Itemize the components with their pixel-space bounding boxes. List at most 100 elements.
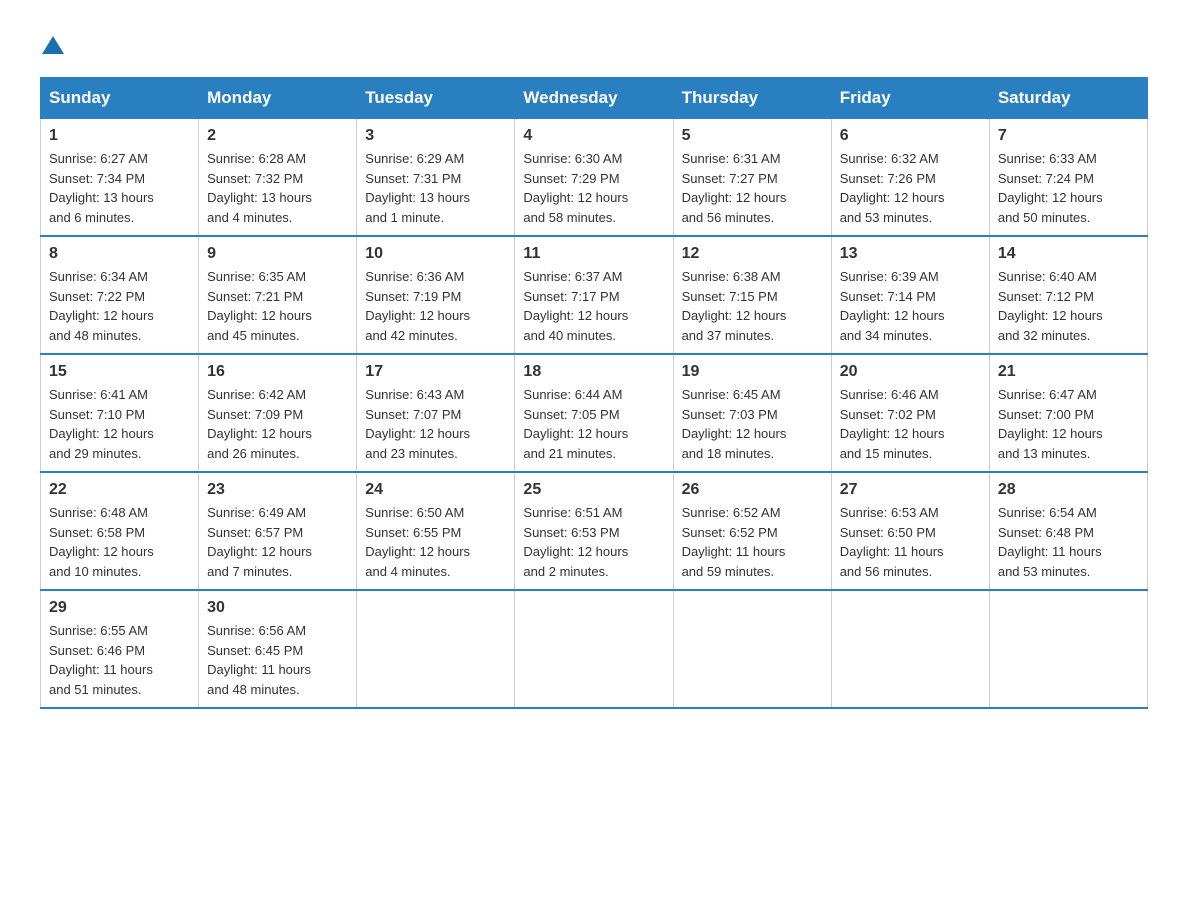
day-info: Sunrise: 6:27 AMSunset: 7:34 PMDaylight:… — [49, 149, 190, 227]
day-info: Sunrise: 6:51 AMSunset: 6:53 PMDaylight:… — [523, 503, 664, 581]
day-info: Sunrise: 6:30 AMSunset: 7:29 PMDaylight:… — [523, 149, 664, 227]
day-number: 16 — [207, 363, 348, 381]
calendar-cell: 11Sunrise: 6:37 AMSunset: 7:17 PMDayligh… — [515, 236, 673, 354]
calendar-cell: 12 Sunrise: 6:38 AMSunset: 7:15 PMDayligh… — [673, 236, 831, 354]
calendar-cell: 21 Sunrise: 6:47 AMSunset: 7:00 PMDayligh… — [989, 354, 1147, 472]
day-number: 27 — [840, 481, 981, 499]
day-info: Sunrise: 6:41 AMSunset: 7:10 PMDaylight:… — [49, 385, 190, 463]
calendar-cell: 17 Sunrise: 6:43 AMSunset: 7:07 PMDayligh… — [357, 354, 515, 472]
day-info: Sunrise: 6:43 AMSunset: 7:07 PMDaylight:… — [365, 385, 506, 463]
day-info: Sunrise: 6:46 AMSunset: 7:02 PMDaylight:… — [840, 385, 981, 463]
day-info: Sunrise: 6:56 AMSunset: 6:45 PMDaylight:… — [207, 621, 348, 699]
day-number: 29 — [49, 599, 190, 617]
day-info: Sunrise: 6:47 AMSunset: 7:00 PMDaylight:… — [998, 385, 1139, 463]
calendar-cell: 1 Sunrise: 6:27 AMSunset: 7:34 PMDaylight… — [41, 119, 199, 237]
calendar-cell: 14 Sunrise: 6:40 AMSunset: 7:12 PMDayligh… — [989, 236, 1147, 354]
day-info: Sunrise: 6:38 AMSunset: 7:15 PMDaylight:… — [682, 267, 823, 345]
calendar-cell: 6Sunrise: 6:32 AMSunset: 7:26 PMDaylight… — [831, 119, 989, 237]
logo — [40, 30, 64, 57]
calendar-cell: 13Sunrise: 6:39 AMSunset: 7:14 PMDayligh… — [831, 236, 989, 354]
day-info: Sunrise: 6:54 AMSunset: 6:48 PMDaylight:… — [998, 503, 1139, 581]
day-number: 9 — [207, 245, 348, 263]
header-friday: Friday — [831, 78, 989, 119]
calendar-cell: 23Sunrise: 6:49 AMSunset: 6:57 PMDayligh… — [199, 472, 357, 590]
page-header — [40, 30, 1148, 57]
calendar-cell — [357, 590, 515, 708]
calendar-cell — [831, 590, 989, 708]
day-number: 2 — [207, 127, 348, 145]
day-info: Sunrise: 6:31 AMSunset: 7:27 PMDaylight:… — [682, 149, 823, 227]
day-number: 28 — [998, 481, 1139, 499]
day-number: 13 — [840, 245, 981, 263]
day-number: 17 — [365, 363, 506, 381]
calendar-cell: 30Sunrise: 6:56 AMSunset: 6:45 PMDayligh… — [199, 590, 357, 708]
day-info: Sunrise: 6:29 AMSunset: 7:31 PMDaylight:… — [365, 149, 506, 227]
calendar-cell: 22 Sunrise: 6:48 AMSunset: 6:58 PMDayligh… — [41, 472, 199, 590]
day-info: Sunrise: 6:40 AMSunset: 7:12 PMDaylight:… — [998, 267, 1139, 345]
day-info: Sunrise: 6:44 AMSunset: 7:05 PMDaylight:… — [523, 385, 664, 463]
day-number: 10 — [365, 245, 506, 263]
day-number: 6 — [840, 127, 981, 145]
day-info: Sunrise: 6:34 AMSunset: 7:22 PMDaylight:… — [49, 267, 190, 345]
day-number: 19 — [682, 363, 823, 381]
day-number: 23 — [207, 481, 348, 499]
calendar-cell: 27 Sunrise: 6:53 AMSunset: 6:50 PMDayligh… — [831, 472, 989, 590]
day-number: 20 — [840, 363, 981, 381]
calendar-cell: 25Sunrise: 6:51 AMSunset: 6:53 PMDayligh… — [515, 472, 673, 590]
calendar-cell — [673, 590, 831, 708]
calendar-cell: 16 Sunrise: 6:42 AMSunset: 7:09 PMDayligh… — [199, 354, 357, 472]
calendar-cell: 19Sunrise: 6:45 AMSunset: 7:03 PMDayligh… — [673, 354, 831, 472]
calendar-cell: 3 Sunrise: 6:29 AMSunset: 7:31 PMDaylight… — [357, 119, 515, 237]
week-row-3: 15 Sunrise: 6:41 AMSunset: 7:10 PMDayligh… — [41, 354, 1148, 472]
header-monday: Monday — [199, 78, 357, 119]
week-row-2: 8 Sunrise: 6:34 AMSunset: 7:22 PMDaylight… — [41, 236, 1148, 354]
calendar-cell: 15 Sunrise: 6:41 AMSunset: 7:10 PMDayligh… — [41, 354, 199, 472]
day-info: Sunrise: 6:50 AMSunset: 6:55 PMDaylight:… — [365, 503, 506, 581]
day-number: 21 — [998, 363, 1139, 381]
day-number: 7 — [998, 127, 1139, 145]
header-wednesday: Wednesday — [515, 78, 673, 119]
day-info: Sunrise: 6:37 AMSunset: 7:17 PMDaylight:… — [523, 267, 664, 345]
day-number: 22 — [49, 481, 190, 499]
calendar-table: SundayMondayTuesdayWednesdayThursdayFrid… — [40, 77, 1148, 709]
week-row-1: 1 Sunrise: 6:27 AMSunset: 7:34 PMDaylight… — [41, 119, 1148, 237]
calendar-cell — [515, 590, 673, 708]
day-info: Sunrise: 6:33 AMSunset: 7:24 PMDaylight:… — [998, 149, 1139, 227]
day-number: 5 — [682, 127, 823, 145]
day-info: Sunrise: 6:48 AMSunset: 6:58 PMDaylight:… — [49, 503, 190, 581]
header-tuesday: Tuesday — [357, 78, 515, 119]
calendar-body: 1 Sunrise: 6:27 AMSunset: 7:34 PMDaylight… — [41, 119, 1148, 709]
day-info: Sunrise: 6:55 AMSunset: 6:46 PMDaylight:… — [49, 621, 190, 699]
calendar-cell — [989, 590, 1147, 708]
calendar-cell: 2Sunrise: 6:28 AMSunset: 7:32 PMDaylight… — [199, 119, 357, 237]
day-number: 3 — [365, 127, 506, 145]
day-info: Sunrise: 6:36 AMSunset: 7:19 PMDaylight:… — [365, 267, 506, 345]
day-number: 15 — [49, 363, 190, 381]
header-sunday: Sunday — [41, 78, 199, 119]
day-number: 8 — [49, 245, 190, 263]
day-number: 14 — [998, 245, 1139, 263]
calendar-header: SundayMondayTuesdayWednesdayThursdayFrid… — [41, 78, 1148, 119]
calendar-cell: 4Sunrise: 6:30 AMSunset: 7:29 PMDaylight… — [515, 119, 673, 237]
week-row-5: 29 Sunrise: 6:55 AMSunset: 6:46 PMDayligh… — [41, 590, 1148, 708]
calendar-cell: 26 Sunrise: 6:52 AMSunset: 6:52 PMDayligh… — [673, 472, 831, 590]
day-info: Sunrise: 6:52 AMSunset: 6:52 PMDaylight:… — [682, 503, 823, 581]
day-info: Sunrise: 6:53 AMSunset: 6:50 PMDaylight:… — [840, 503, 981, 581]
day-number: 12 — [682, 245, 823, 263]
logo-triangle-icon — [42, 34, 64, 56]
calendar-cell: 9Sunrise: 6:35 AMSunset: 7:21 PMDaylight… — [199, 236, 357, 354]
day-number: 1 — [49, 127, 190, 145]
header-row: SundayMondayTuesdayWednesdayThursdayFrid… — [41, 78, 1148, 119]
calendar-cell: 5 Sunrise: 6:31 AMSunset: 7:27 PMDaylight… — [673, 119, 831, 237]
calendar-cell: 29 Sunrise: 6:55 AMSunset: 6:46 PMDayligh… — [41, 590, 199, 708]
calendar-cell: 28 Sunrise: 6:54 AMSunset: 6:48 PMDayligh… — [989, 472, 1147, 590]
week-row-4: 22 Sunrise: 6:48 AMSunset: 6:58 PMDayligh… — [41, 472, 1148, 590]
header-thursday: Thursday — [673, 78, 831, 119]
day-number: 18 — [523, 363, 664, 381]
day-number: 24 — [365, 481, 506, 499]
day-info: Sunrise: 6:42 AMSunset: 7:09 PMDaylight:… — [207, 385, 348, 463]
calendar-cell: 10 Sunrise: 6:36 AMSunset: 7:19 PMDayligh… — [357, 236, 515, 354]
calendar-cell: 8 Sunrise: 6:34 AMSunset: 7:22 PMDaylight… — [41, 236, 199, 354]
day-number: 26 — [682, 481, 823, 499]
calendar-cell: 18 Sunrise: 6:44 AMSunset: 7:05 PMDayligh… — [515, 354, 673, 472]
